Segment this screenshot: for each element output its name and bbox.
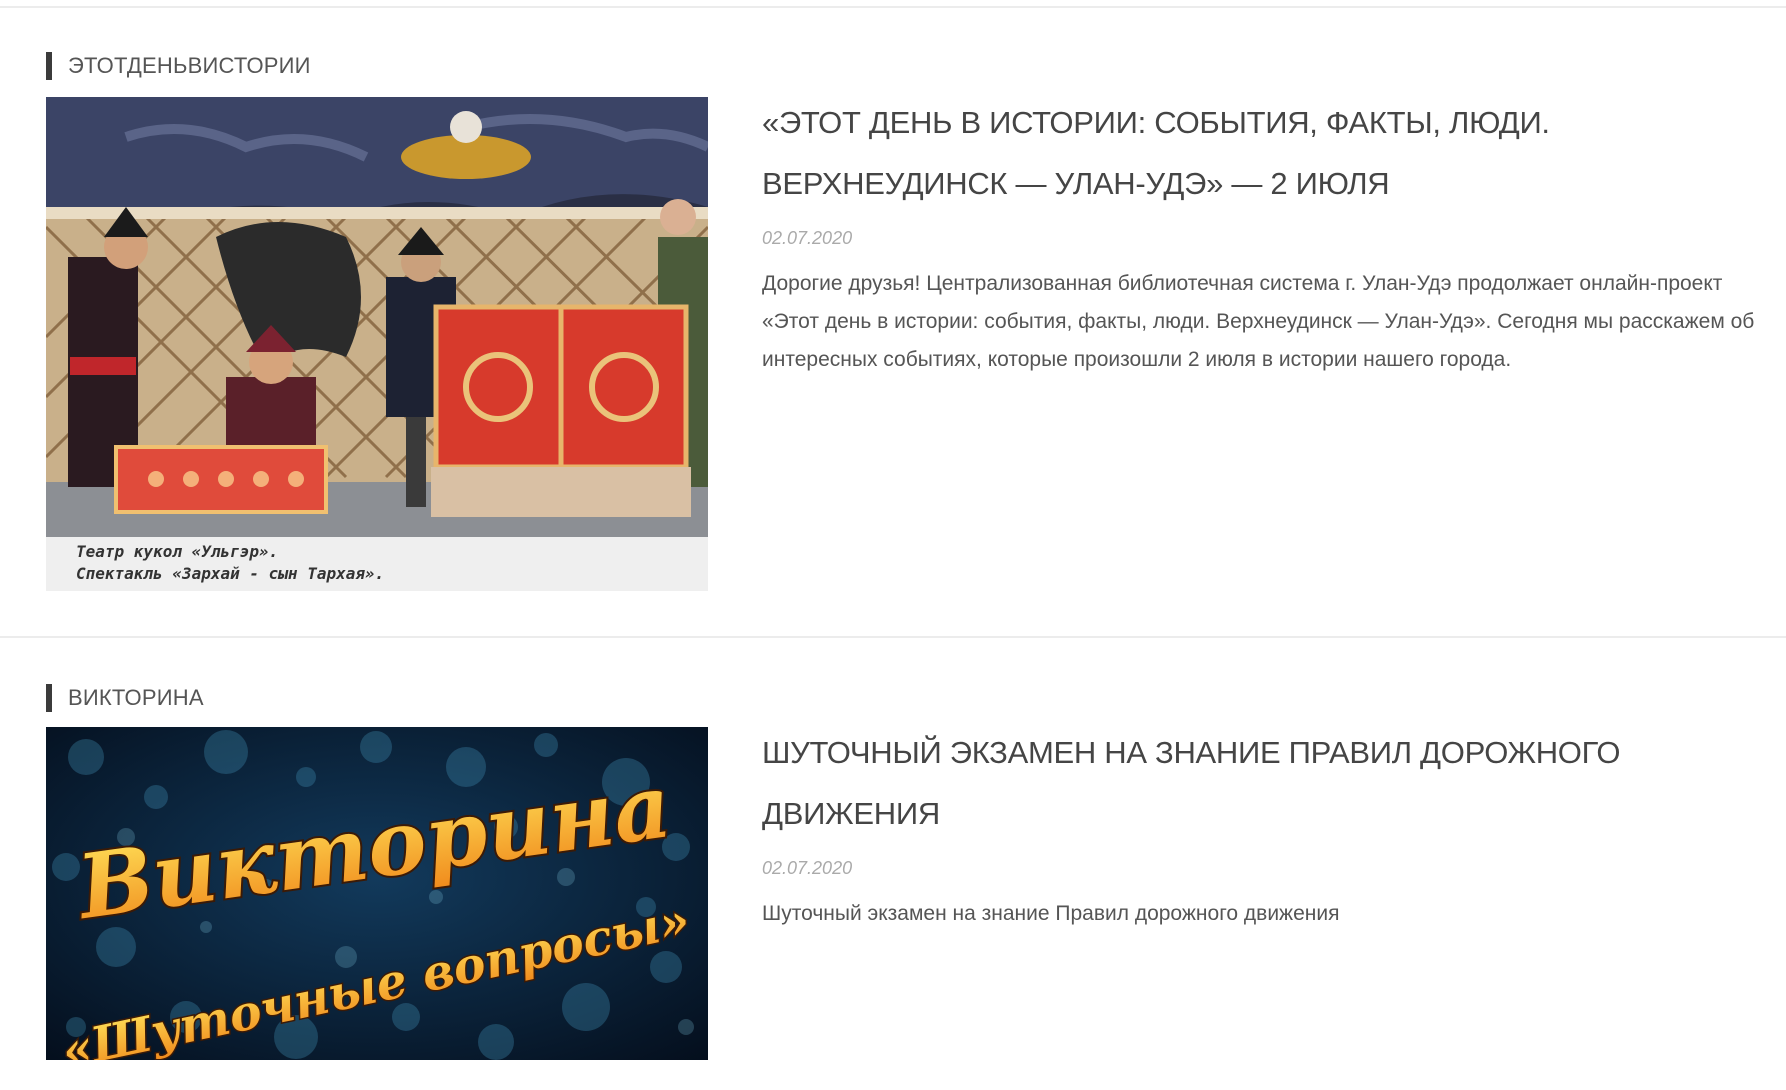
category-label[interactable]: ЭТОТДЕНЬВИСТОРИИ <box>46 52 311 80</box>
news-date: 02.07.2020 <box>762 228 853 248</box>
caption-line: Спектакль «Зархай - сын Тархая». <box>76 564 385 583</box>
news-list: ЭТОТДЕНЬВИСТОРИИ Театр кукол «Ульгэр». С… <box>0 0 1786 1090</box>
category-label[interactable]: ВИКТОРИНА <box>46 684 204 712</box>
news-thumbnail[interactable]: Викторина «Шуточные вопросы» <box>46 727 708 1060</box>
category-marker <box>46 52 52 80</box>
news-item: ВИКТОРИНА Викторина «Шуточные вопросы» Ш… <box>0 638 1786 1090</box>
image-caption: Театр кукол «Ульгэр». Спектакль «Зархай … <box>76 541 384 585</box>
puppet-theatre-photo <box>46 97 708 591</box>
news-thumbnail[interactable]: Театр кукол «Ульгэр». Спектакль «Зархай … <box>46 97 708 591</box>
category-marker <box>46 684 52 712</box>
category-text[interactable]: ВИКТОРИНА <box>68 685 204 711</box>
news-content: ШУТОЧНЫЙ ЭКЗАМЕН НА ЗНАНИЕ ПРАВИЛ ДОРОЖН… <box>762 722 1782 933</box>
news-title[interactable]: «ЭТОТ ДЕНЬ В ИСТОРИИ: СОБЫТИЯ, ФАКТЫ, ЛЮ… <box>762 92 1782 214</box>
category-text[interactable]: ЭТОТДЕНЬВИСТОРИИ <box>68 53 311 79</box>
news-excerpt: Шуточный экзамен на знание Правил дорожн… <box>762 902 1340 925</box>
news-title[interactable]: ШУТОЧНЫЙ ЭКЗАМЕН НА ЗНАНИЕ ПРАВИЛ ДОРОЖН… <box>762 722 1782 844</box>
news-date: 02.07.2020 <box>762 858 853 878</box>
quiz-banner-image: Викторина «Шуточные вопросы» <box>46 727 708 1060</box>
caption-line: Театр кукол «Ульгэр». <box>76 542 279 561</box>
news-excerpt: Дорогие друзья! Централизованная библиот… <box>762 272 1755 371</box>
news-item: ЭТОТДЕНЬВИСТОРИИ Театр кукол «Ульгэр». С… <box>0 0 1786 636</box>
news-content: «ЭТОТ ДЕНЬ В ИСТОРИИ: СОБЫТИЯ, ФАКТЫ, ЛЮ… <box>762 92 1782 379</box>
